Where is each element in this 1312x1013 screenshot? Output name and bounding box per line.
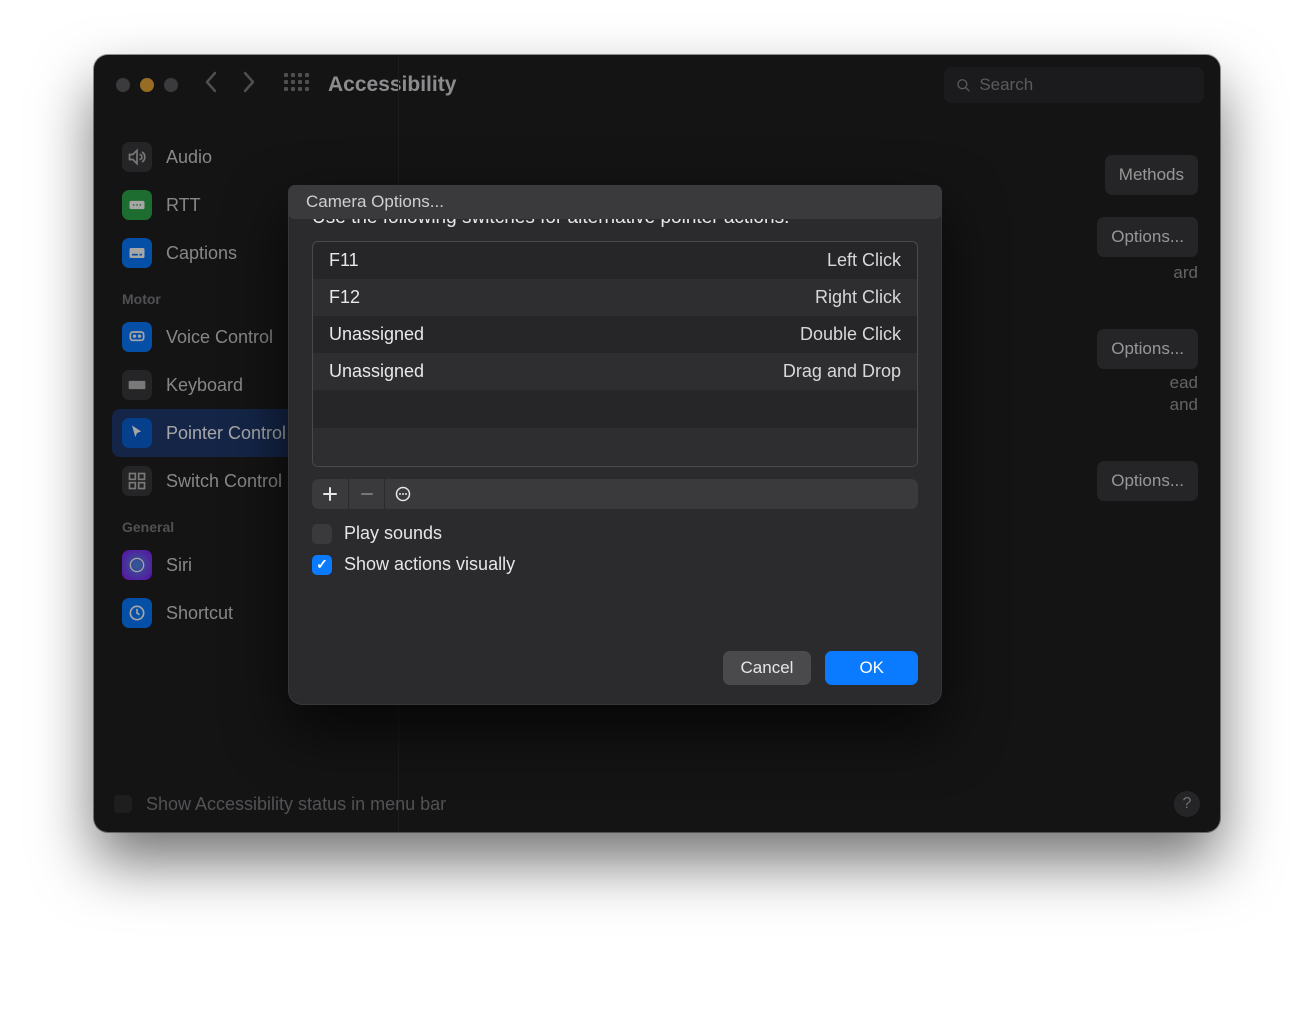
partial-text: and [1170, 395, 1198, 415]
show-actions-label: Show actions visually [344, 554, 515, 575]
switch-action: Right Click [815, 287, 901, 308]
table-row-empty [313, 390, 917, 428]
show-status-label: Show Accessibility status in menu bar [146, 794, 446, 815]
options-button-3[interactable]: Options... [1097, 461, 1198, 501]
table-row[interactable]: Unassigned Drag and Drop [313, 353, 917, 390]
remove-switch-button[interactable] [348, 479, 384, 509]
help-button[interactable]: ? [1174, 791, 1200, 817]
play-sounds-row: Play sounds [312, 523, 918, 544]
audio-icon [122, 142, 152, 172]
sidebar-label: Captions [166, 243, 237, 264]
alternative-pointer-actions-sheet: Use the following switches for alternati… [288, 185, 942, 705]
switches-table: F11 Left Click F12 Right Click Unassigne… [312, 241, 918, 467]
switch-control-icon [122, 466, 152, 496]
sidebar-label: Shortcut [166, 603, 233, 624]
cancel-button[interactable]: Cancel [723, 651, 812, 685]
back-button[interactable] [204, 71, 218, 99]
sidebar-label: Siri [166, 555, 192, 576]
siri-icon [122, 550, 152, 580]
minimize-window-button[interactable] [140, 78, 154, 92]
table-row[interactable]: F11 Left Click [313, 242, 917, 279]
sidebar-label: RTT [166, 195, 201, 216]
add-switch-button[interactable] [312, 479, 348, 509]
show-status-checkbox[interactable] [114, 795, 132, 813]
switch-key: F12 [329, 287, 360, 308]
rtt-icon [122, 190, 152, 220]
sidebar-item-audio[interactable]: Audio [112, 133, 384, 181]
voice-control-icon [122, 322, 152, 352]
methods-button[interactable]: Methods [1105, 155, 1198, 195]
sidebar-label: Audio [166, 147, 212, 168]
search-field[interactable] [944, 67, 1204, 103]
forward-button[interactable] [242, 71, 256, 99]
switch-action: Double Click [800, 324, 901, 345]
table-actions-segment [312, 479, 918, 509]
switch-key: F11 [329, 250, 359, 271]
nav-arrows [204, 71, 256, 99]
options-button-1[interactable]: Options... [1097, 217, 1198, 257]
pointer-icon [122, 418, 152, 448]
table-row[interactable]: Unassigned Double Click [313, 316, 917, 353]
play-sounds-checkbox[interactable] [312, 524, 332, 544]
show-actions-checkbox[interactable] [312, 555, 332, 575]
system-preferences-window: Accessibility Audio RTT [94, 55, 1220, 832]
switch-key: Unassigned [329, 361, 424, 382]
sidebar-label: Switch Control [166, 471, 282, 492]
table-row-empty [313, 428, 917, 466]
sidebar-label: Pointer Control [166, 423, 286, 444]
close-window-button[interactable] [116, 78, 130, 92]
table-row[interactable]: F12 Right Click [313, 279, 917, 316]
partial-text: ard [1173, 263, 1198, 283]
search-input[interactable] [979, 75, 1192, 95]
captions-icon [122, 238, 152, 268]
traffic-lights [116, 78, 178, 92]
ok-button[interactable]: OK [825, 651, 918, 685]
footer: Show Accessibility status in menu bar ? [94, 776, 1220, 832]
shortcut-icon [122, 598, 152, 628]
search-icon [956, 77, 971, 94]
titlebar: Accessibility [94, 55, 1220, 115]
partial-text: ead [1170, 373, 1198, 393]
fullscreen-window-button[interactable] [164, 78, 178, 92]
sidebar-label: Voice Control [166, 327, 273, 348]
window-title: Accessibility [328, 73, 456, 97]
switch-action: Left Click [827, 250, 901, 271]
show-all-icon[interactable] [284, 73, 308, 97]
sheet-title: Use the following switches for alternati… [312, 207, 918, 229]
options-button-2[interactable]: Options... [1097, 329, 1198, 369]
more-actions-button[interactable] [384, 479, 420, 509]
keyboard-icon [122, 370, 152, 400]
play-sounds-label: Play sounds [344, 523, 442, 544]
sidebar-label: Keyboard [166, 375, 243, 396]
show-actions-row: Show actions visually [312, 554, 918, 575]
switch-key: Unassigned [329, 324, 424, 345]
switch-action: Drag and Drop [783, 361, 901, 382]
